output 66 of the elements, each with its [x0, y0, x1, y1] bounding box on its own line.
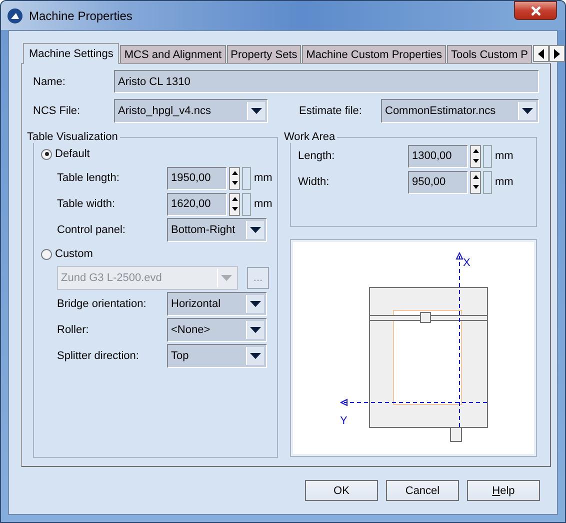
unit-label: mm [254, 172, 272, 184]
field-label: Table length: [57, 172, 120, 184]
field-label: Bridge orientation: [57, 298, 148, 310]
field-label: Length: [298, 150, 336, 162]
spin-track [483, 144, 492, 168]
dropdown[interactable]: Horizontal [167, 292, 267, 316]
field-label: Table width: [57, 198, 116, 210]
app-icon [7, 8, 23, 24]
group-title: Work Area [283, 131, 336, 143]
spin-track [483, 170, 492, 194]
dropdown[interactable]: <None> [167, 318, 267, 342]
window-title: Machine Properties [29, 8, 132, 22]
tab[interactable]: Tools Custom P [446, 45, 532, 63]
dropdown[interactable]: Bottom-Right [167, 218, 267, 242]
spin-track [242, 192, 251, 216]
estimate-file-dropdown[interactable]: CommonEstimator.ncs [381, 98, 539, 122]
dropdown-arrow-icon [250, 301, 261, 307]
scroll-left-button[interactable] [533, 45, 550, 62]
field-label: Roller: [57, 324, 90, 336]
dialog-button[interactable]: OK [305, 480, 378, 501]
scroll-right-button[interactable] [549, 45, 565, 62]
dropdown-arrow-icon [251, 108, 262, 114]
axis-label: Y [340, 415, 348, 427]
field-label: Name: [33, 76, 66, 88]
tab[interactable]: Machine Custom Properties [302, 45, 446, 63]
close-button[interactable] [514, 1, 557, 20]
spin-buttons[interactable] [470, 170, 481, 194]
ncs-file-dropdown[interactable]: Aristo_hpgl_v4.ncs [114, 98, 268, 122]
dropdown-arrow-icon [250, 327, 261, 333]
tab[interactable]: Property Sets [226, 45, 302, 63]
close-icon [530, 6, 542, 16]
axis-label: X [463, 257, 470, 269]
dialog-button[interactable]: Cancel [386, 480, 459, 501]
radio-label: Custom [55, 248, 93, 260]
radio-label: Default [55, 148, 90, 160]
left-arrow-icon [538, 48, 544, 58]
number-field[interactable]: 950,00 [408, 170, 468, 194]
tab[interactable]: Machine Settings [23, 43, 120, 64]
dropdown-arrow-icon [221, 275, 232, 281]
radio-button[interactable] [41, 248, 52, 260]
unit-label: mm [495, 150, 514, 162]
field-label: Splitter direction: [57, 350, 140, 362]
tab[interactable]: MCS and Alignment [120, 45, 226, 63]
number-field[interactable]: 1950,00 [167, 166, 227, 190]
radio-button[interactable] [41, 148, 52, 160]
spin-buttons[interactable] [229, 192, 240, 216]
dialog-button[interactable]: Help [467, 480, 540, 501]
dropdown[interactable]: Top [167, 344, 267, 368]
unit-label: mm [254, 198, 272, 210]
field-label: Control panel: [57, 224, 126, 236]
field-label: Width: [298, 176, 330, 188]
number-field[interactable]: 1300,00 [408, 144, 468, 168]
name-field[interactable]: Aristo CL 1310 [114, 70, 539, 93]
spin-track [242, 166, 251, 190]
control-panel-drawing [450, 427, 462, 442]
spin-buttons[interactable] [229, 166, 240, 190]
right-arrow-icon [554, 48, 560, 58]
dropdown-arrow-icon [522, 108, 533, 114]
field-label: NCS File: [33, 104, 82, 116]
unit-label: mm [495, 176, 514, 188]
number-field[interactable]: 1620,00 [167, 192, 227, 216]
group-title: Table Visualization [26, 131, 119, 143]
spin-buttons[interactable] [470, 144, 481, 168]
dropdown-arrow-icon [250, 353, 261, 359]
dropdown-arrow-icon [250, 227, 261, 233]
field-label: Estimate file: [299, 104, 363, 116]
